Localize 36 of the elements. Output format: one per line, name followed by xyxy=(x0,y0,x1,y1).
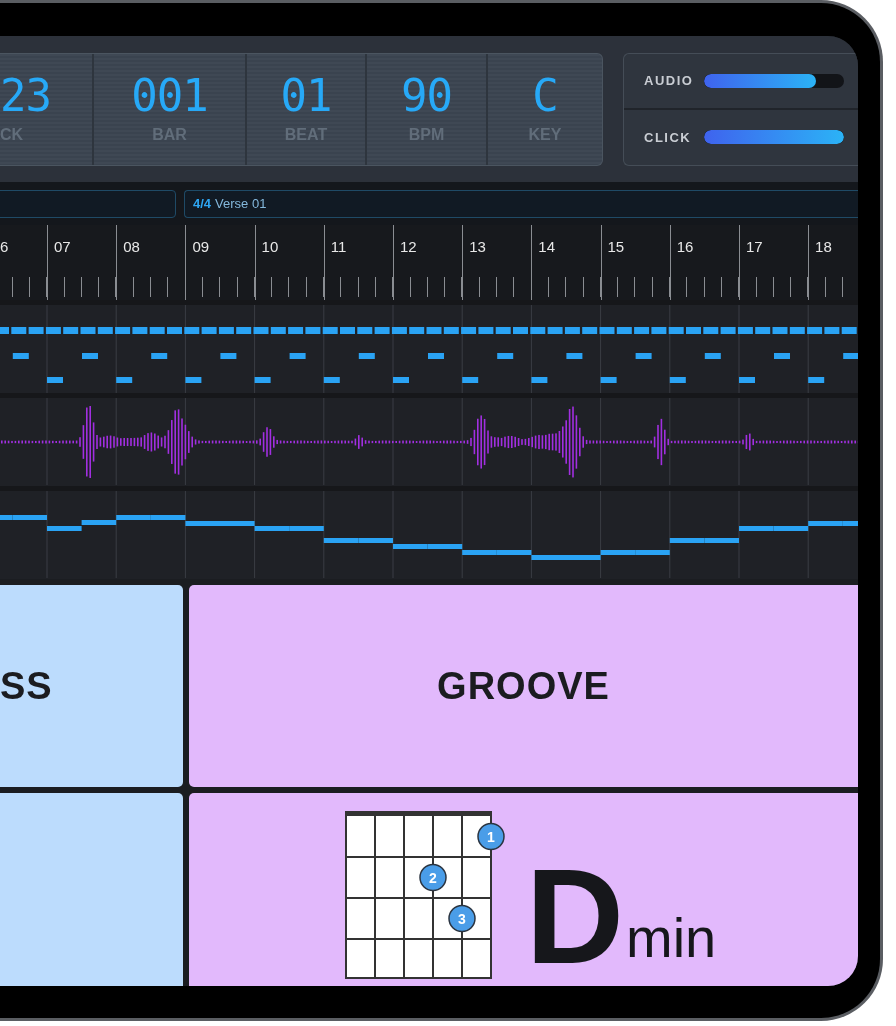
volume-slider[interactable] xyxy=(704,73,844,88)
chord-quality: min xyxy=(626,909,717,966)
counter-value: 23 xyxy=(0,74,51,118)
time-signature: 4/4 xyxy=(193,196,212,211)
channel-label: CLICK xyxy=(644,129,690,145)
finger-marker: 2 xyxy=(419,863,447,891)
section-name: Verse 01 xyxy=(215,196,267,211)
bar-number: 11 xyxy=(330,238,347,255)
bar-number: 07 xyxy=(54,238,71,255)
finger-marker: 1 xyxy=(477,822,505,850)
bar-number: 13 xyxy=(469,238,486,255)
bar-number: 08 xyxy=(123,238,140,255)
bar-number: 10 xyxy=(261,238,279,255)
pad[interactable]: GROOVE xyxy=(189,585,858,787)
bar-number: 6 xyxy=(0,238,9,255)
bar-number: 17 xyxy=(745,238,763,255)
bar-number: 15 xyxy=(607,238,625,255)
counter-value: 01 xyxy=(280,74,332,118)
counter-value: C xyxy=(532,74,558,118)
finger-marker: 3 xyxy=(448,904,476,932)
bar-number: 18 xyxy=(815,238,832,255)
pad[interactable]: 1 2 3 Dmin xyxy=(189,793,858,986)
bar-number: 16 xyxy=(676,238,694,255)
pad[interactable]: SS xyxy=(0,585,183,787)
chord-root: D xyxy=(525,855,624,976)
channel-label: AUDIO xyxy=(644,73,690,89)
bar-number: 09 xyxy=(192,238,210,255)
section-region[interactable]: 4/4 Verse 01 xyxy=(184,189,858,218)
counter-value: 001 xyxy=(131,74,208,118)
timeline-ruler[interactable]: 6 07 08 09 10 11 12 13 14 15 16 17 18 xyxy=(0,225,858,300)
pad-label: GROOVE xyxy=(437,664,610,708)
volume-slider[interactable] xyxy=(704,130,844,145)
bar-number: 14 xyxy=(538,238,555,255)
counter-value: 90 xyxy=(401,74,452,118)
bar-number: 12 xyxy=(399,238,417,255)
pad-label: SS xyxy=(0,664,53,708)
